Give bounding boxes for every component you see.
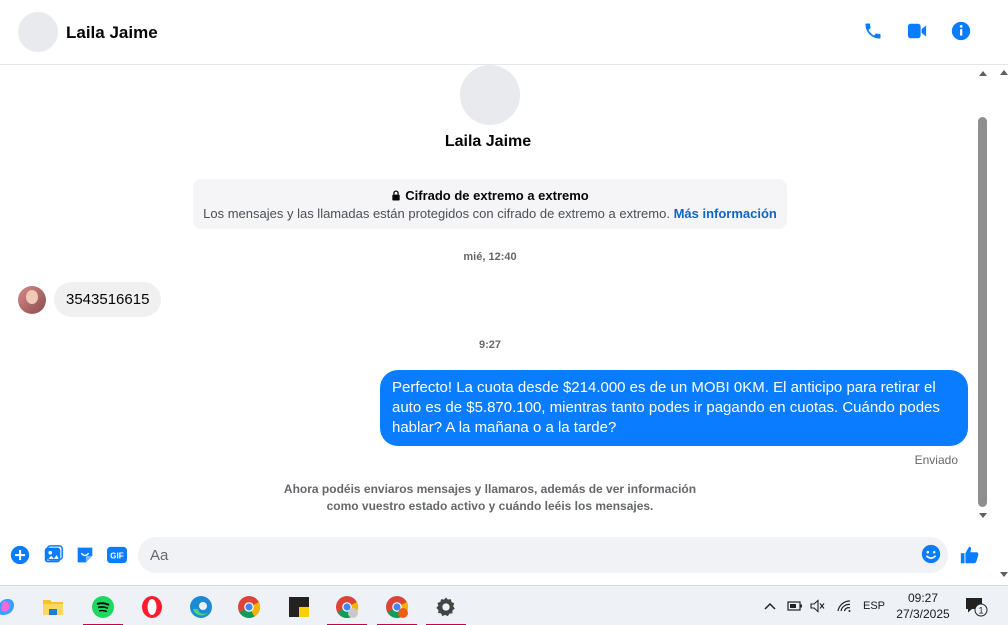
profile-avatar[interactable]: [460, 65, 520, 125]
copilot-icon[interactable]: [0, 591, 26, 623]
message-scrollbar[interactable]: [976, 65, 990, 520]
chat-window: Laila Jaime Laila Jaime Cifrado de extre…: [0, 0, 1008, 585]
scroll-up-arrow[interactable]: [979, 71, 987, 76]
connection-notice: Ahora podéis enviaros mensajes y llamaro…: [283, 482, 697, 513]
sticky-notes-icon[interactable]: [279, 591, 319, 623]
chrome-profile-1-icon[interactable]: [327, 591, 367, 625]
settings-icon[interactable]: [426, 591, 466, 625]
like-icon[interactable]: [959, 544, 981, 566]
emoji-icon[interactable]: [920, 543, 942, 565]
message-input[interactable]: [138, 537, 948, 573]
file-explorer-icon[interactable]: [33, 591, 73, 623]
message-timestamp: 9:27: [478, 339, 502, 351]
page-scrollbar[interactable]: [1000, 0, 1008, 585]
page-scroll-down[interactable]: [1000, 572, 1008, 577]
svg-text:1: 1: [978, 606, 983, 616]
header-actions: [862, 20, 972, 42]
profile-name: Laila Jaime: [444, 133, 532, 150]
opera-icon[interactable]: [132, 591, 172, 623]
scroll-down-arrow[interactable]: [979, 513, 987, 518]
taskbar: ESP 09:27 27/3/2025 1: [0, 585, 1008, 625]
encryption-description: Los mensajes y las llamadas están proteg…: [203, 206, 777, 221]
svg-text:GIF: GIF: [110, 552, 124, 561]
gif-icon[interactable]: GIF: [105, 544, 129, 566]
video-icon[interactable]: [906, 20, 928, 42]
chrome-icon[interactable]: [229, 591, 269, 623]
message-status: Enviado: [914, 453, 958, 467]
system-clock[interactable]: 09:27 27/3/2025: [893, 590, 953, 622]
show-hidden-icons[interactable]: [764, 586, 776, 625]
encryption-title: Cifrado de extremo a extremo: [193, 188, 787, 203]
notification-center-icon[interactable]: 1: [964, 586, 988, 625]
message-timestamp: mié, 12:40: [463, 251, 517, 263]
info-icon[interactable]: [950, 20, 972, 42]
clock-time: 09:27: [907, 591, 939, 605]
spotify-icon[interactable]: [83, 591, 123, 625]
page-scroll-up[interactable]: [1000, 70, 1008, 75]
phone-icon[interactable]: [862, 20, 884, 42]
more-info-link[interactable]: Más información: [674, 206, 777, 221]
contact-name[interactable]: Laila Jaime: [66, 23, 158, 43]
incoming-message-row: 3543516615: [18, 282, 162, 317]
chat-header: Laila Jaime: [0, 0, 1008, 65]
wifi-icon[interactable]: [836, 586, 852, 625]
message-list[interactable]: Laila Jaime Cifrado de extremo a extremo…: [0, 65, 976, 520]
lock-icon: [392, 190, 400, 201]
volume-muted-icon[interactable]: [810, 586, 826, 625]
scroll-thumb[interactable]: [978, 117, 987, 507]
outgoing-message[interactable]: Perfecto! La cuota desde $214.000 es de …: [380, 370, 968, 446]
chrome-profile-2-icon[interactable]: [377, 591, 417, 625]
sticker-icon[interactable]: [74, 544, 96, 566]
sender-avatar[interactable]: [18, 285, 46, 314]
image-icon[interactable]: [42, 544, 64, 566]
contact-avatar[interactable]: [18, 12, 58, 52]
incoming-message[interactable]: 3543516615: [54, 282, 162, 317]
edge-icon[interactable]: [181, 591, 221, 623]
encryption-notice: Cifrado de extremo a extremo Los mensaje…: [193, 179, 787, 229]
plus-icon[interactable]: [9, 544, 31, 566]
input-language[interactable]: ESP: [863, 586, 885, 625]
battery-icon[interactable]: [787, 586, 803, 625]
clock-date: 27/3/2025: [896, 607, 950, 621]
message-composer: GIF: [0, 530, 1008, 582]
